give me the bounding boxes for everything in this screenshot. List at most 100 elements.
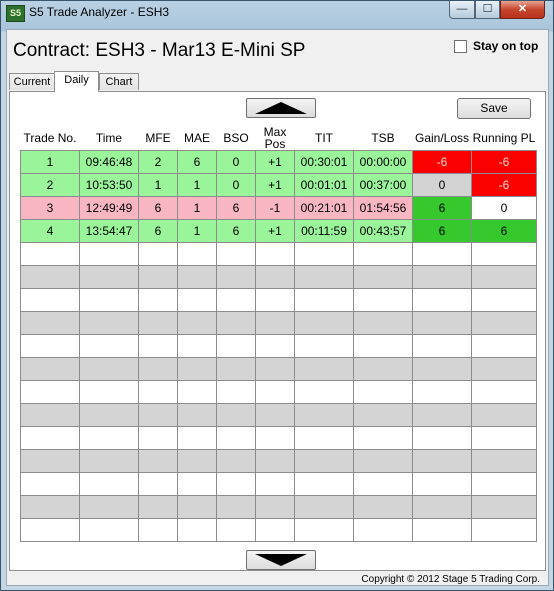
trades-table: Trade No. Time MFE MAE BSO Max Pos TIT TSB Gain/… xyxy=(20,126,537,542)
table-cell: 6 xyxy=(216,196,256,220)
table-cell xyxy=(412,495,472,519)
table-cell xyxy=(471,334,537,358)
table-cell xyxy=(353,242,413,266)
scroll-up-button[interactable] xyxy=(246,98,316,118)
table-cell: 6 xyxy=(177,150,217,174)
empty-table-row xyxy=(20,288,537,312)
table-cell xyxy=(471,495,537,519)
table-cell: 6 xyxy=(216,219,256,243)
table-cell xyxy=(138,242,178,266)
table-cell xyxy=(353,403,413,427)
table-cell: -1 xyxy=(255,196,295,220)
table-cell xyxy=(412,265,472,289)
table-cell xyxy=(471,265,537,289)
tab-chart[interactable]: Chart xyxy=(99,73,139,90)
down-triangle-icon xyxy=(255,554,307,566)
table-cell xyxy=(20,426,80,450)
table-cell xyxy=(412,334,472,358)
table-cell xyxy=(20,334,80,358)
table-cell xyxy=(177,426,217,450)
table-cell xyxy=(216,311,256,335)
table-cell xyxy=(138,449,178,473)
table-cell: 0 xyxy=(412,173,472,197)
table-cell xyxy=(294,265,354,289)
table-cell xyxy=(412,449,472,473)
table-cell: 6 xyxy=(412,219,472,243)
table-cell xyxy=(216,495,256,519)
save-button[interactable]: Save xyxy=(457,98,531,119)
table-row[interactable]: 1 09:46:48 2 6 0 +1 00:30:01 00:00:00 -6 -6 xyxy=(20,150,537,174)
table-cell: 01:54:56 xyxy=(353,196,413,220)
table-cell xyxy=(353,334,413,358)
table-cell xyxy=(79,518,139,542)
table-cell: 1 xyxy=(138,173,178,197)
table-cell xyxy=(138,426,178,450)
maximize-button[interactable]: ☐ xyxy=(475,1,500,19)
column-header: TIT xyxy=(315,131,333,145)
table-cell: 10:53:50 xyxy=(79,173,139,197)
table-cell: 00:11:59 xyxy=(294,219,354,243)
table-cell xyxy=(177,242,217,266)
table-cell: +1 xyxy=(255,150,295,174)
column-header: MFE xyxy=(145,131,171,145)
table-cell xyxy=(79,288,139,312)
scroll-down-button[interactable] xyxy=(246,550,316,570)
minimize-button[interactable]: — xyxy=(449,1,475,19)
table-cell xyxy=(177,311,217,335)
empty-table-row xyxy=(20,472,537,496)
table-cell xyxy=(177,403,217,427)
table-cell xyxy=(20,288,80,312)
table-cell xyxy=(216,265,256,289)
table-cell xyxy=(255,426,295,450)
table-cell xyxy=(255,472,295,496)
empty-table-row xyxy=(20,449,537,473)
table-cell xyxy=(138,265,178,289)
table-cell xyxy=(138,380,178,404)
table-cell xyxy=(255,311,295,335)
table-cell xyxy=(471,357,537,381)
title-bar[interactable]: S5 S5 Trade Analyzer - ESH3 — ☐ ✕ xyxy=(1,1,553,25)
column-header: Time xyxy=(95,131,123,145)
table-cell xyxy=(20,380,80,404)
table-cell xyxy=(177,357,217,381)
table-cell: 3 xyxy=(20,196,80,220)
table-cell: 00:21:01 xyxy=(294,196,354,220)
table-cell xyxy=(412,380,472,404)
table-cell xyxy=(20,311,80,335)
table-cell: 0 xyxy=(216,173,256,197)
tab-daily[interactable]: Daily xyxy=(54,71,99,92)
table-cell xyxy=(177,334,217,358)
table-row[interactable]: 2 10:53:50 1 1 0 +1 00:01:01 00:37:00 0 -6 xyxy=(20,173,537,197)
table-cell: 0 xyxy=(471,196,537,220)
table-cell: +1 xyxy=(255,173,295,197)
stay-on-top-label[interactable]: Stay on top xyxy=(473,39,538,53)
table-cell xyxy=(177,472,217,496)
table-cell xyxy=(353,311,413,335)
table-row[interactable]: 3 12:49:49 6 1 6 -1 00:21:01 01:54:56 6 0 xyxy=(20,196,537,220)
table-cell xyxy=(138,472,178,496)
table-cell xyxy=(412,403,472,427)
table-row[interactable]: 4 13:54:47 6 1 6 +1 00:11:59 00:43:57 6 6 xyxy=(20,219,537,243)
empty-table-row xyxy=(20,380,537,404)
table-cell xyxy=(353,518,413,542)
table-cell xyxy=(20,242,80,266)
table-cell xyxy=(353,449,413,473)
empty-table-row xyxy=(20,495,537,519)
table-cell xyxy=(255,449,295,473)
table-cell xyxy=(471,426,537,450)
table-cell xyxy=(255,242,295,266)
stay-on-top-option[interactable]: Stay on top xyxy=(454,39,538,53)
table-cell xyxy=(79,495,139,519)
table-cell xyxy=(294,495,354,519)
table-cell: 6 xyxy=(412,196,472,220)
stay-on-top-checkbox[interactable] xyxy=(454,39,467,53)
tab-current[interactable]: Current xyxy=(9,73,55,90)
table-cell: 1 xyxy=(177,173,217,197)
table-cell xyxy=(79,334,139,358)
table-cell xyxy=(216,334,256,358)
table-cell xyxy=(255,334,295,358)
close-button[interactable]: ✕ xyxy=(500,1,545,19)
table-cell: 00:01:01 xyxy=(294,173,354,197)
table-cell xyxy=(412,518,472,542)
table-cell xyxy=(353,472,413,496)
